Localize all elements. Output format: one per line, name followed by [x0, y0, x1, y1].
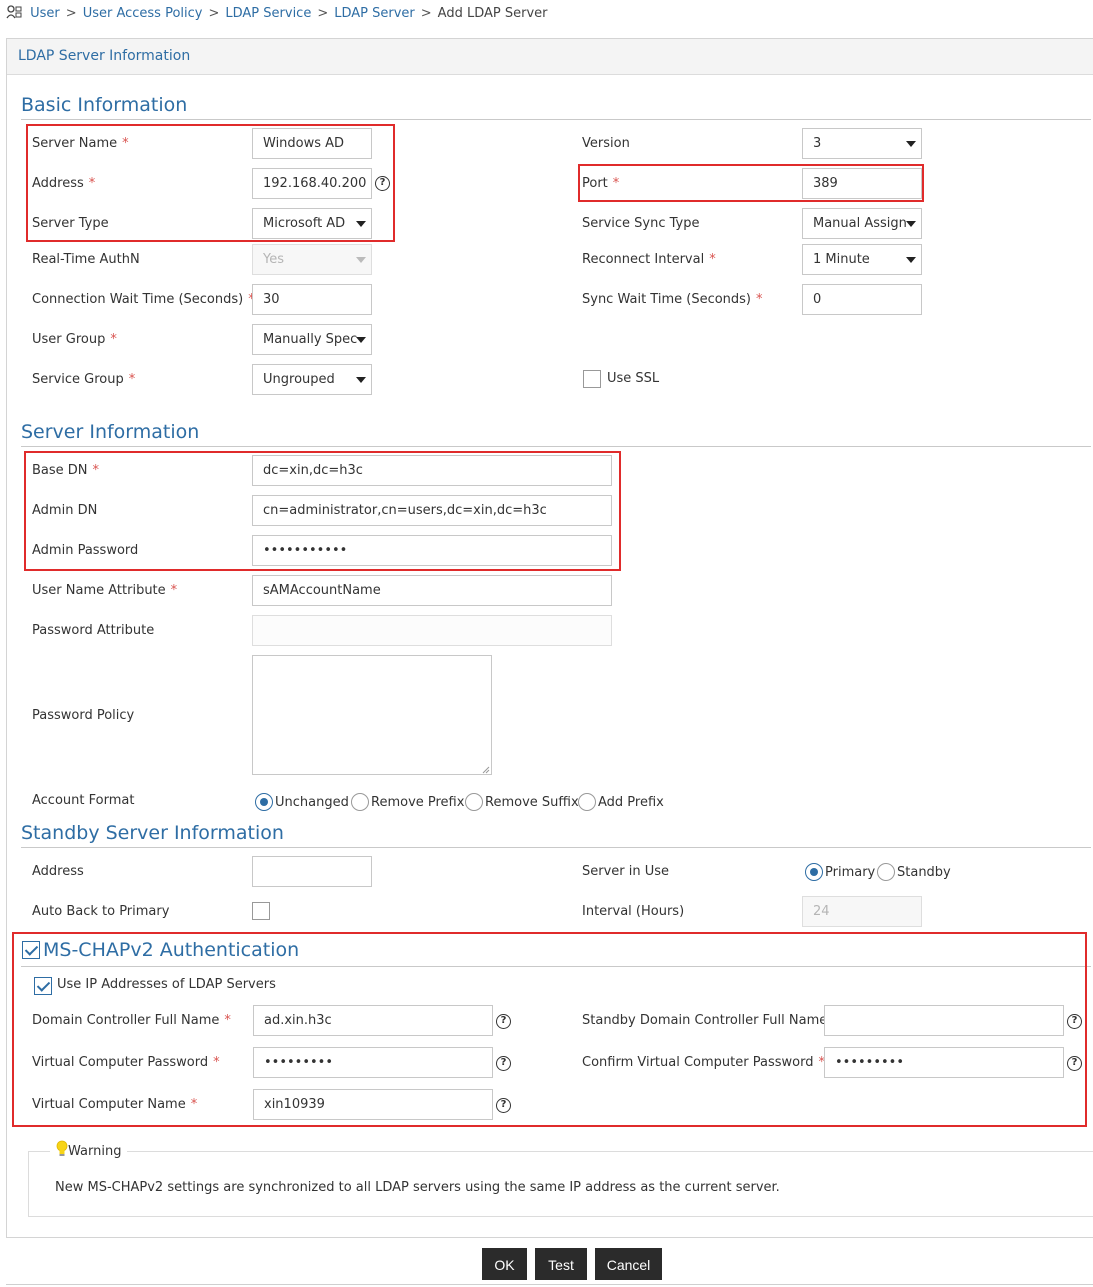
breadcrumb-item-user[interactable]: User	[30, 6, 60, 21]
radio-unchanged[interactable]	[255, 793, 273, 811]
standby-address-label: Address	[32, 864, 84, 879]
warning-legend: Warning	[50, 1140, 128, 1162]
conn-wait-input[interactable]: 30	[252, 284, 372, 315]
breadcrumb-current: Add LDAP Server	[437, 6, 548, 21]
sync-type-select[interactable]: Manual Assign	[802, 208, 922, 239]
breadcrumb: User > User Access Policy > LDAP Service > LDA…	[6, 5, 548, 25]
resize-handle-icon[interactable]	[480, 763, 490, 774]
highlight-box	[578, 164, 924, 202]
auto-back-label: Auto Back to Primary	[32, 904, 170, 919]
realtime-authn-select: Yes	[252, 244, 372, 275]
username-attr-label: User Name Attribute *	[32, 583, 178, 598]
interval-label: Interval (Hours)	[582, 904, 685, 919]
chevron-down-icon	[356, 257, 366, 263]
version-label: Version	[582, 136, 630, 151]
radio-add-prefix-label: Add Prefix	[598, 795, 664, 810]
service-group-label: Service Group *	[32, 372, 136, 387]
version-select[interactable]: 3	[802, 128, 922, 159]
chevron-down-icon	[356, 377, 366, 383]
sync-wait-input[interactable]: 0	[802, 284, 922, 315]
breadcrumb-item-user-access-policy[interactable]: User Access Policy	[83, 6, 203, 21]
breadcrumb-item-ldap-server[interactable]: LDAP Server	[334, 6, 415, 21]
auto-back-checkbox[interactable]	[252, 902, 270, 920]
radio-primary-label: Primary	[825, 865, 876, 880]
realtime-authn-label: Real-Time AuthN	[32, 252, 140, 267]
service-group-select[interactable]: Ungrouped	[252, 364, 372, 395]
user-group-label: User Group *	[32, 332, 117, 347]
server-in-use-label: Server in Use	[582, 864, 670, 879]
warning-text: New MS-CHAPv2 settings are synchronized …	[55, 1180, 780, 1195]
breadcrumb-item-ldap-service[interactable]: LDAP Service	[225, 6, 311, 21]
basic-info-title: Basic Information	[21, 94, 188, 116]
highlight-box	[12, 932, 1087, 1127]
highlight-box	[26, 124, 395, 242]
cancel-button[interactable]: Cancel	[595, 1248, 662, 1280]
test-button[interactable]: Test	[535, 1248, 587, 1280]
user-group-select[interactable]: Manually Spec	[252, 324, 372, 355]
username-attr-input[interactable]: sAMAccountName	[252, 575, 612, 606]
server-info-title: Server Information	[21, 421, 200, 443]
standby-address-input[interactable]	[252, 856, 372, 887]
chevron-down-icon	[906, 257, 916, 263]
reconnect-label: Reconnect Interval *	[582, 252, 716, 267]
password-attr-input[interactable]	[252, 615, 612, 646]
user-tree-icon	[6, 5, 22, 19]
radio-add-prefix[interactable]	[578, 793, 596, 811]
radio-standby[interactable]	[877, 863, 895, 881]
chevron-down-icon	[906, 141, 916, 147]
password-policy-textarea[interactable]	[252, 655, 492, 775]
lightbulb-icon	[56, 1140, 68, 1157]
panel-title: LDAP Server Information	[18, 48, 191, 64]
highlight-box	[24, 451, 621, 571]
interval-input: 24	[802, 896, 922, 927]
radio-remove-prefix-label: Remove Prefix	[371, 795, 465, 810]
chevron-down-icon	[906, 221, 916, 227]
radio-unchanged-label: Unchanged	[275, 795, 349, 810]
conn-wait-label: Connection Wait Time (Seconds)*	[32, 292, 255, 307]
radio-primary[interactable]	[805, 863, 823, 881]
sync-type-label: Service Sync Type	[582, 216, 700, 231]
password-attr-label: Password Attribute	[32, 623, 155, 638]
sync-wait-label: Sync Wait Time (Seconds) *	[582, 292, 763, 307]
radio-remove-suffix[interactable]	[465, 793, 483, 811]
radio-remove-prefix[interactable]	[351, 793, 369, 811]
use-ssl-checkbox[interactable]	[583, 370, 601, 388]
account-format-label: Account Format	[32, 793, 135, 808]
reconnect-select[interactable]: 1 Minute	[802, 244, 922, 275]
use-ssl-label: Use SSL	[607, 371, 660, 386]
standby-info-title: Standby Server Information	[21, 822, 284, 844]
chevron-down-icon	[356, 337, 366, 343]
ok-button[interactable]: OK	[482, 1248, 527, 1280]
password-policy-label: Password Policy	[32, 708, 135, 723]
radio-standby-label: Standby	[897, 865, 951, 880]
radio-remove-suffix-label: Remove Suffix	[485, 795, 579, 810]
